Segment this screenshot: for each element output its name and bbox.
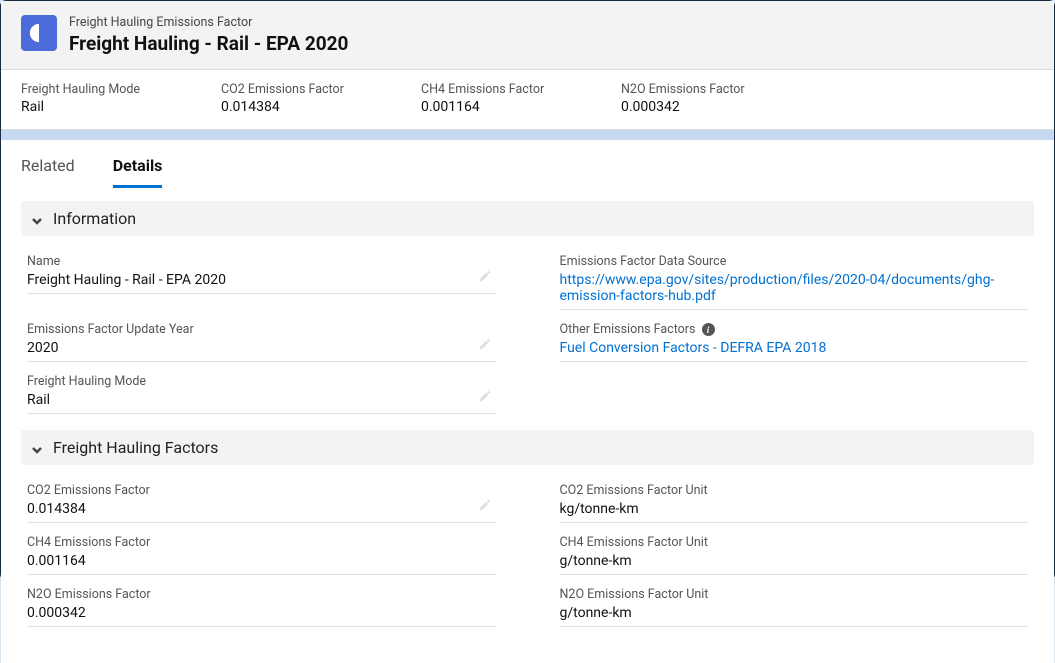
tabs-container: Related Details <box>1 140 1054 189</box>
field-label: CO2 Emissions Factor Unit <box>560 483 1029 498</box>
tab-related[interactable]: Related <box>21 156 75 188</box>
summary-label: Freight Hauling Mode <box>21 82 161 97</box>
field-mode: Freight Hauling Mode Rail <box>25 368 498 420</box>
tab-bar: Related Details <box>21 140 1034 189</box>
summary-value: 0.001164 <box>421 99 561 115</box>
summary-item-ch4: CH4 Emissions Factor 0.001164 <box>421 82 561 115</box>
chevron-down-icon <box>31 441 45 455</box>
layout-gap <box>1 130 1054 140</box>
edit-icon[interactable] <box>478 389 492 407</box>
summary-label: CO2 Emissions Factor <box>221 82 361 97</box>
field-label: Name <box>27 254 496 269</box>
summary-value: 0.000342 <box>621 99 761 115</box>
object-label: Freight Hauling Emissions Factor <box>69 15 348 30</box>
section-toggle-information[interactable]: Information <box>21 201 1034 236</box>
page-header: Freight Hauling Emissions Factor Freight… <box>1 1 1054 70</box>
information-fields: Name Freight Hauling - Rail - EPA 2020 E… <box>21 244 1034 430</box>
field-label: Freight Hauling Mode <box>27 374 496 389</box>
field-value: 0.014384 <box>27 501 496 523</box>
summary-label: CH4 Emissions Factor <box>421 82 561 97</box>
field-data-source: Emissions Factor Data Source https://www… <box>558 248 1031 316</box>
factors-fields: CO2 Emissions Factor 0.014384 CO2 Emissi… <box>21 473 1034 643</box>
record-type-icon <box>21 15 57 51</box>
data-source-link[interactable]: https://www.epa.gov/sites/production/fil… <box>560 272 995 304</box>
edit-icon[interactable] <box>478 498 492 516</box>
field-co2-unit: CO2 Emissions Factor Unit kg/tonne-km <box>558 477 1031 529</box>
field-label: Emissions Factor Update Year <box>27 322 496 337</box>
highlights-panel: Freight Hauling Mode Rail CO2 Emissions … <box>1 70 1054 130</box>
field-name: Name Freight Hauling - Rail - EPA 2020 <box>25 248 498 316</box>
field-update-year: Emissions Factor Update Year 2020 <box>25 316 498 368</box>
summary-item-n2o: N2O Emissions Factor 0.000342 <box>621 82 761 115</box>
field-value: kg/tonne-km <box>560 501 1029 523</box>
edit-icon[interactable] <box>478 269 492 287</box>
section-title: Information <box>53 209 136 228</box>
field-value: Freight Hauling - Rail - EPA 2020 <box>27 272 496 294</box>
field-value: g/tonne-km <box>560 605 1029 627</box>
summary-item-co2: CO2 Emissions Factor 0.014384 <box>221 82 361 115</box>
info-icon[interactable]: i <box>702 323 715 336</box>
field-co2: CO2 Emissions Factor 0.014384 <box>25 477 498 529</box>
field-n2o: N2O Emissions Factor 0.000342 <box>25 581 498 633</box>
field-value: 0.000342 <box>27 605 496 627</box>
field-n2o-unit: N2O Emissions Factor Unit g/tonne-km <box>558 581 1031 633</box>
field-ch4: CH4 Emissions Factor 0.001164 <box>25 529 498 581</box>
field-ch4-unit: CH4 Emissions Factor Unit g/tonne-km <box>558 529 1031 581</box>
field-value: g/tonne-km <box>560 553 1029 575</box>
field-value: https://www.epa.gov/sites/production/fil… <box>560 272 1029 310</box>
field-value: Rail <box>27 392 496 414</box>
field-value: 0.001164 <box>27 553 496 575</box>
section-title: Freight Hauling Factors <box>53 438 218 457</box>
field-value: Fuel Conversion Factors - DEFRA EPA 2018 <box>560 340 1029 362</box>
detail-panel: Information Name Freight Hauling - Rail … <box>1 189 1054 663</box>
summary-label: N2O Emissions Factor <box>621 82 761 97</box>
section-toggle-factors[interactable]: Freight Hauling Factors <box>21 430 1034 465</box>
field-value: 2020 <box>27 340 496 362</box>
tab-details[interactable]: Details <box>113 156 163 188</box>
other-factors-link[interactable]: Fuel Conversion Factors - DEFRA EPA 2018 <box>560 340 827 356</box>
field-label: CO2 Emissions Factor <box>27 483 496 498</box>
field-label: N2O Emissions Factor Unit <box>560 587 1029 602</box>
field-label: N2O Emissions Factor <box>27 587 496 602</box>
field-label: CH4 Emissions Factor Unit <box>560 535 1029 550</box>
summary-value: 0.014384 <box>221 99 361 115</box>
edit-icon[interactable] <box>478 337 492 355</box>
field-label: Emissions Factor Data Source <box>560 254 1029 269</box>
summary-value: Rail <box>21 99 161 115</box>
summary-item-mode: Freight Hauling Mode Rail <box>21 82 161 115</box>
chevron-down-icon <box>31 212 45 226</box>
field-label: Other Emissions Factors i <box>560 322 1029 337</box>
field-other-factors: Other Emissions Factors i Fuel Conversio… <box>558 316 1031 368</box>
page-title: Freight Hauling - Rail - EPA 2020 <box>69 32 348 55</box>
field-label: CH4 Emissions Factor <box>27 535 496 550</box>
